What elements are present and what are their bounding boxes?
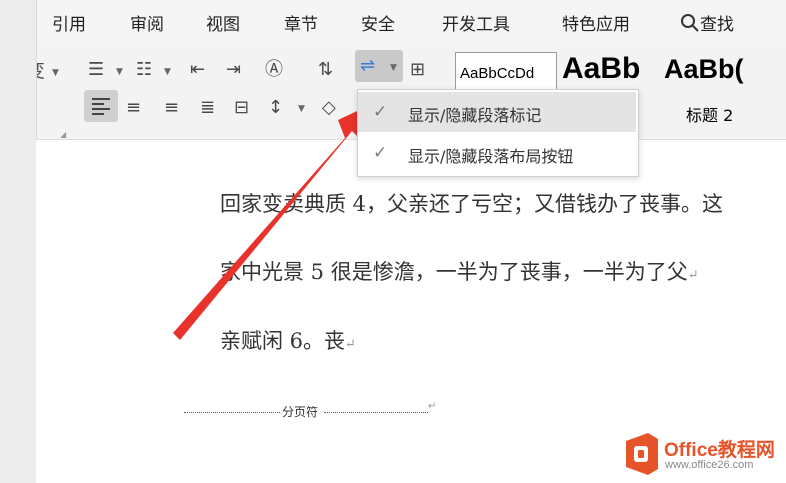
menu-item-label: 显示/隐藏段落布局按钮 bbox=[408, 147, 574, 166]
menu-item-label: 显示/隐藏段落标记 bbox=[408, 106, 542, 125]
office-logo-icon bbox=[626, 433, 658, 475]
watermark-url: www.office26.com bbox=[665, 459, 754, 471]
check-icon: ✓ bbox=[373, 102, 388, 122]
paragraph-mark-dropdown: ✓ 显示/隐藏段落标记 ✓ 显示/隐藏段落布局按钮 bbox=[357, 89, 639, 177]
red-arrow-annotation bbox=[173, 104, 372, 340]
watermark-brand: Office教程网 bbox=[664, 440, 775, 461]
watermark: Office教程网 www.office26.com bbox=[622, 433, 782, 475]
check-icon: ✓ bbox=[373, 143, 388, 163]
menu-item-toggle-paragraph-marks[interactable]: ✓ 显示/隐藏段落标记 bbox=[358, 92, 636, 132]
menu-item-toggle-layout-buttons[interactable]: ✓ 显示/隐藏段落布局按钮 bbox=[358, 133, 636, 173]
